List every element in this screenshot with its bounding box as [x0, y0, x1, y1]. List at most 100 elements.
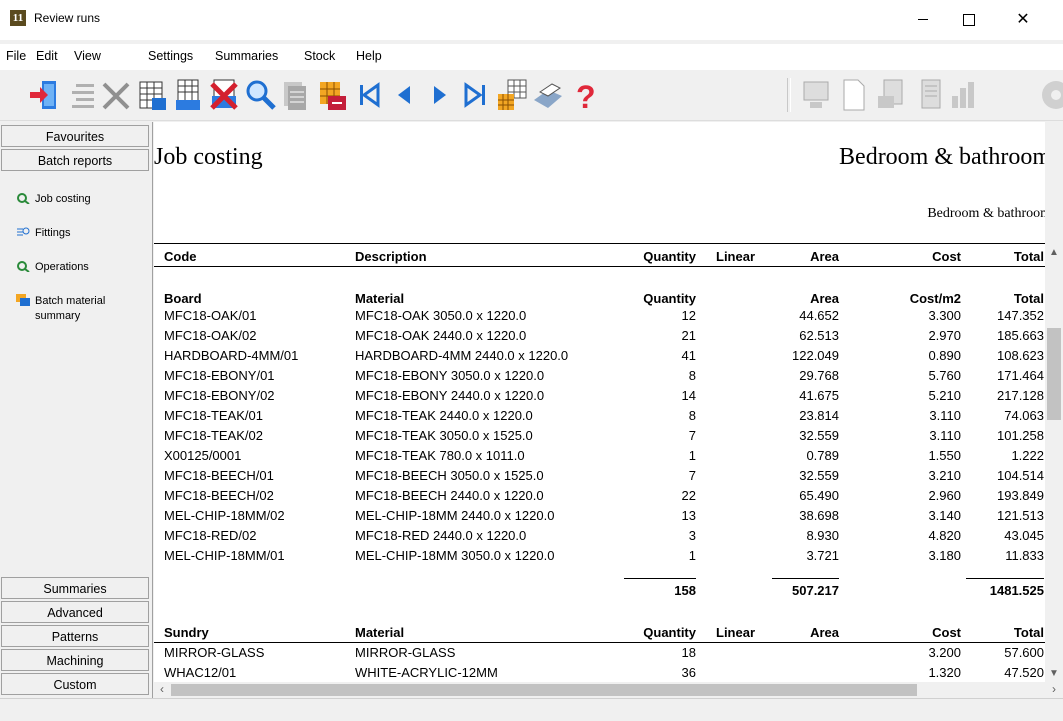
horizontal-scroll-thumb[interactable] [171, 684, 917, 696]
search-button[interactable] [242, 76, 278, 114]
header-rule [154, 243, 1045, 244]
document-button-disabled[interactable] [910, 76, 946, 114]
sundry-header-material: Material [355, 625, 405, 640]
previous-page-button[interactable] [386, 76, 422, 114]
board-total-cell: 43.045 [1004, 528, 1044, 543]
board-total-cell: 74.063 [1004, 408, 1044, 423]
menu-help[interactable]: Help [356, 49, 382, 63]
board-total-total: 1481.525 [989, 583, 1044, 598]
menu-bar: File Edit View Settings Summaries Stock … [0, 44, 1063, 70]
board-total-cell: 104.514 [997, 468, 1044, 483]
next-page-icon [434, 86, 446, 104]
sundry-header-code: Sundry [164, 625, 209, 640]
delete-button[interactable] [98, 76, 134, 114]
navigation-panel: Favourites Batch reports Job costing Fit… [0, 122, 153, 698]
vertical-scrollbar[interactable]: ▲ ▼ [1045, 244, 1063, 682]
sundry-code-cell: MIRROR-GLASS [164, 645, 265, 660]
board-quantity-cell: 21 [681, 328, 696, 343]
menu-summaries[interactable]: Summaries [215, 49, 278, 63]
col-header-cost: Cost [932, 249, 961, 264]
close-button[interactable]: ✕ [1000, 0, 1046, 40]
stack-button[interactable] [494, 76, 530, 114]
board-area-cell: 122.049 [792, 348, 839, 363]
menu-view[interactable]: View [74, 49, 101, 63]
board-area-cell: 0.789 [806, 448, 839, 463]
board-header-cost: Cost/m2 [909, 291, 961, 306]
chart-button-disabled[interactable] [946, 76, 982, 114]
sidebar-item-operations[interactable]: Operations [16, 260, 135, 275]
fittings-icon [17, 227, 30, 236]
report-title: Job costing [154, 144, 263, 170]
tab-advanced[interactable]: Advanced [1, 601, 149, 623]
board-total-cell: 185.663 [997, 328, 1044, 343]
board-cost-cell: 3.180 [928, 548, 961, 563]
sundry-cost-cell: 1.320 [928, 665, 961, 680]
scroll-right-icon[interactable]: › [1045, 682, 1063, 698]
board-total-cell: 108.623 [997, 348, 1044, 363]
horizontal-scrollbar[interactable]: ‹ [154, 682, 1045, 698]
board-total-cell: 217.128 [997, 388, 1044, 403]
sidebar-item-batch-material-summary[interactable]: Batch material summary [16, 294, 135, 324]
tab-machining[interactable]: Machining [1, 649, 149, 671]
export-button[interactable] [314, 76, 350, 114]
board-cost-cell: 3.140 [928, 508, 961, 523]
sundry-material-cell: MIRROR-GLASS [355, 645, 456, 660]
sundry-header-total: Total [1013, 625, 1044, 640]
next-page-button[interactable] [422, 76, 458, 114]
report-section-title: Bedroom & bathroom [839, 144, 1045, 170]
sundry-header-cost: Cost [932, 625, 961, 640]
last-page-button[interactable] [458, 76, 494, 114]
scroll-up-icon[interactable]: ▲ [1045, 244, 1063, 261]
help-button[interactable]: ? [566, 76, 602, 115]
board-material-cell: MFC18-EBONY 3050.0 x 1220.0 [355, 368, 545, 383]
sidebar-item-fittings[interactable]: Fittings [16, 226, 135, 241]
gear-button-disabled[interactable] [1034, 76, 1063, 114]
scroll-down-icon[interactable]: ▼ [1045, 665, 1063, 682]
page-button-disabled[interactable] [836, 76, 872, 114]
title-bar: 11 Review runs ✕ [0, 0, 1063, 40]
board-quantity-cell: 1 [688, 448, 696, 463]
printer-button[interactable] [530, 76, 566, 114]
board-total-cell: 193.849 [997, 488, 1044, 503]
sidebar-item-label: Operations [35, 261, 89, 273]
board-cost-cell: 5.210 [928, 388, 961, 403]
sidebar-item-label: Batch material summary [35, 295, 106, 322]
list-icon [72, 84, 94, 108]
tab-custom[interactable]: Custom [1, 673, 149, 695]
menu-stock[interactable]: Stock [304, 49, 335, 63]
menu-file[interactable]: File [6, 49, 26, 63]
sundry-quantity-cell: 18 [681, 645, 696, 660]
vertical-scroll-thumb[interactable] [1047, 328, 1061, 420]
board-quantity-cell: 7 [688, 428, 696, 443]
chart-disabled-icon [952, 82, 974, 108]
board-quantity-cell: 13 [681, 508, 696, 523]
board-code-cell: MEL-CHIP-18MM/02 [164, 508, 285, 523]
report-button-disabled[interactable] [874, 76, 910, 114]
board-cost-cell: 3.300 [928, 308, 961, 323]
board-code-cell: MEL-CHIP-18MM/01 [164, 548, 285, 563]
print-preview-button[interactable] [278, 76, 314, 114]
menu-edit[interactable]: Edit [36, 49, 58, 63]
minimize-button[interactable] [900, 0, 946, 40]
tab-favourites[interactable]: Favourites [1, 125, 149, 147]
board-cost-cell: 1.550 [928, 448, 961, 463]
column-header-rule [154, 266, 1045, 267]
monitor-button-disabled[interactable] [798, 76, 834, 114]
grid-button[interactable] [134, 76, 170, 114]
tab-patterns[interactable]: Patterns [1, 625, 149, 647]
tab-batch-reports[interactable]: Batch reports [1, 149, 149, 171]
first-page-button[interactable] [350, 76, 386, 114]
quantity-total-rule [624, 578, 696, 579]
maximize-button[interactable] [946, 0, 992, 40]
batch-grid-button[interactable] [170, 76, 206, 114]
board-area-cell: 38.698 [799, 508, 839, 523]
cancel-batch-button[interactable] [206, 76, 242, 114]
menu-settings[interactable]: Settings [148, 49, 193, 63]
sidebar-item-job-costing[interactable]: Job costing [16, 192, 135, 207]
exit-button[interactable] [26, 76, 62, 114]
list-button[interactable] [62, 76, 98, 114]
scroll-left-icon[interactable]: ‹ [154, 682, 170, 698]
sundry-code-cell: WHAC12/01 [164, 665, 237, 680]
tab-summaries[interactable]: Summaries [1, 577, 149, 599]
window-title: Review runs [34, 11, 101, 25]
